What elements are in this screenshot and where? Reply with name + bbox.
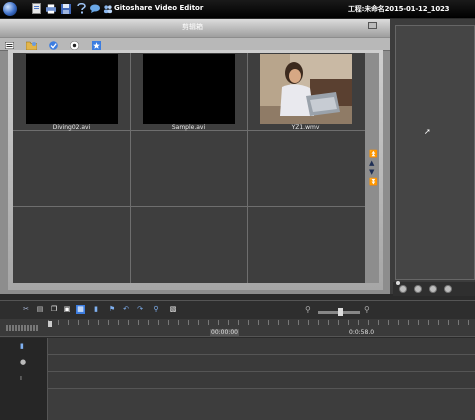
clip-label[interactable]: Sample.avi — [130, 124, 247, 131]
copy-icon[interactable]: ❐ — [50, 305, 58, 314]
track-header-empty — [0, 389, 48, 420]
timeline-toolbar — [0, 300, 475, 319]
star-icon[interactable] — [91, 40, 102, 50]
redo-icon[interactable]: ↷ — [136, 305, 144, 314]
duplicate-icon[interactable]: ▣ — [63, 305, 71, 314]
image-icon[interactable]: ▦ — [76, 305, 85, 314]
video-track-icon[interactable]: ▮ — [20, 342, 24, 350]
audio-track-icon[interactable]: ● — [20, 358, 26, 366]
timeline-empty-area[interactable] — [48, 389, 475, 420]
scroll-bottom-icon[interactable]: ⏬ — [369, 179, 378, 186]
preview-controls — [393, 282, 475, 296]
text-track-icon[interactable]: ı — [20, 374, 22, 382]
preview-dot-icon — [396, 281, 400, 285]
clip-thumbnail-photo[interactable] — [260, 54, 352, 124]
stop-button-icon[interactable] — [399, 285, 407, 293]
save-icon[interactable] — [61, 3, 71, 14]
album-grid: Diving02.avi Sample.avi YZ1.wmv — [13, 53, 365, 283]
playhead-icon[interactable] — [48, 321, 52, 327]
grid-divider — [13, 206, 365, 207]
ruler-ticks — [48, 320, 475, 325]
mouse-cursor-icon: ➚ — [424, 127, 431, 136]
prev-button-icon[interactable] — [414, 285, 422, 293]
record-icon[interactable] — [69, 40, 80, 50]
scroll-down-icon[interactable]: ▼ — [369, 169, 374, 176]
app-logo-icon[interactable] — [3, 2, 17, 16]
check-icon[interactable] — [48, 40, 59, 50]
scroll-top-icon[interactable]: ⏫ — [369, 151, 378, 158]
undo-icon[interactable]: ↶ — [122, 305, 130, 314]
album-scrollbar[interactable]: ⏫ ▲ ▼ ⏬ — [365, 53, 379, 283]
paste-icon[interactable]: ▤ — [36, 305, 44, 314]
clip-thumbnail[interactable] — [143, 54, 235, 124]
help-icon[interactable] — [76, 3, 86, 14]
chat-icon[interactable] — [90, 3, 100, 14]
next-button-icon[interactable] — [444, 285, 452, 293]
album-list-icon[interactable] — [4, 40, 15, 50]
marker-icon[interactable]: ▮ — [92, 305, 100, 314]
users-icon[interactable] — [103, 3, 113, 14]
new-file-icon[interactable] — [31, 3, 41, 14]
video-track[interactable] — [48, 338, 475, 355]
clip-label[interactable]: YZ1.wmv — [247, 124, 364, 131]
app-title: Gitoshare Video Editor — [114, 4, 204, 12]
text-track[interactable] — [48, 372, 475, 389]
cut-icon[interactable]: ✂ — [22, 305, 30, 314]
zoom-out-icon[interactable]: ⚲ — [305, 305, 311, 314]
preview-screen[interactable] — [395, 25, 475, 280]
panel-menu-icon[interactable] — [368, 22, 377, 29]
clip-thumbnail[interactable] — [26, 54, 118, 124]
zoom-in-icon[interactable]: ⚲ — [364, 305, 370, 314]
folder-icon[interactable] — [26, 40, 37, 50]
time-start-readout: 00:00:00 — [210, 329, 239, 336]
play-button-icon[interactable] — [429, 285, 437, 293]
document-icon[interactable]: ▧ — [169, 305, 177, 314]
grid-divider — [130, 53, 131, 283]
time-end-readout: 0:0:58.0 — [349, 329, 375, 336]
project-title: 工程:未命名2015-01-12_1023 — [348, 5, 450, 13]
pin-icon[interactable]: ⚲ — [152, 305, 160, 314]
flag-icon[interactable]: ⚑ — [108, 305, 116, 314]
zoom-slider-thumb[interactable] — [338, 308, 343, 316]
track-options-button[interactable] — [6, 325, 38, 331]
scroll-up-icon[interactable]: ▲ — [369, 160, 374, 167]
grid-divider — [247, 53, 248, 283]
print-icon[interactable] — [46, 3, 56, 14]
clip-label[interactable]: Diving02.avi — [13, 124, 130, 131]
audio-track[interactable] — [48, 355, 475, 372]
album-title: 剪辑箱 — [182, 23, 203, 31]
